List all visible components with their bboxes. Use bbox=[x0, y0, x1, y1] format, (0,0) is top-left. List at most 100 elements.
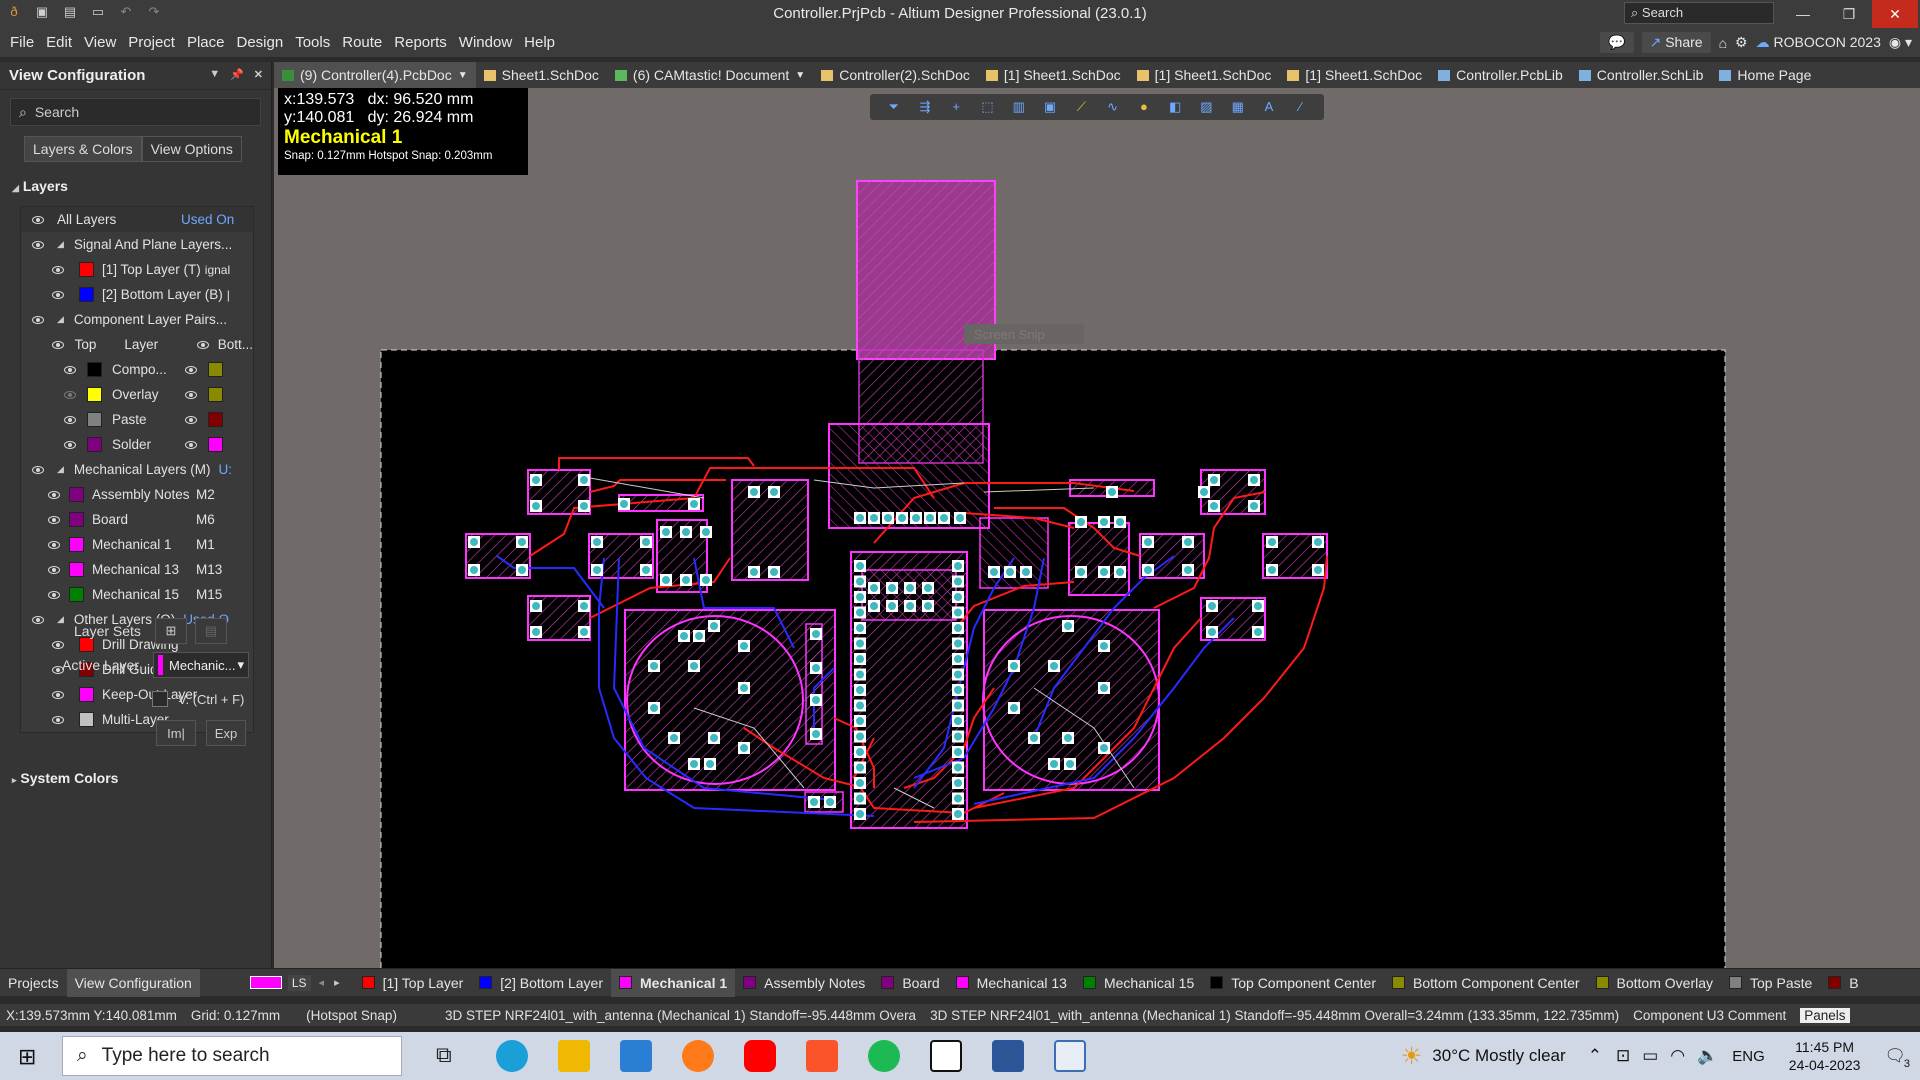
layer-color-swatch[interactable] bbox=[69, 487, 84, 502]
menu-edit[interactable]: Edit bbox=[40, 34, 78, 51]
battery-icon[interactable]: ▭ bbox=[1642, 1046, 1658, 1066]
close-button[interactable]: ✕ bbox=[1872, 0, 1918, 28]
layer-tab[interactable]: Board bbox=[873, 969, 947, 997]
save-all-icon[interactable]: ▤ bbox=[62, 4, 78, 20]
visibility-eye-icon[interactable] bbox=[63, 390, 77, 400]
pin-icon[interactable]: 📌 bbox=[230, 68, 244, 81]
visibility-eye-icon[interactable] bbox=[51, 290, 65, 300]
dimension-icon[interactable]: ▦ bbox=[1231, 100, 1245, 114]
route-icon[interactable]: ⇶ bbox=[918, 100, 932, 114]
doc-tab[interactable]: Controller(2).SchDoc bbox=[813, 62, 978, 88]
filter-icon[interactable]: ⏷ bbox=[887, 100, 901, 114]
brave-icon[interactable] bbox=[806, 1040, 838, 1072]
share-button[interactable]: ↗ Share bbox=[1641, 32, 1711, 53]
mechanical-layer-row[interactable]: Mechanical 1 M1 bbox=[21, 532, 253, 557]
layer-tab[interactable]: [2] Bottom Layer bbox=[471, 969, 611, 997]
scroll-right-icon[interactable]: ▸ bbox=[334, 976, 340, 989]
layers-section-toggle[interactable]: ◢ Layers bbox=[12, 178, 271, 194]
bottom-color-swatch[interactable] bbox=[208, 412, 223, 427]
pcb-canvas[interactable]: Screen Snip x:139.573 dx: 96.520 mm y:14… bbox=[274, 88, 1920, 968]
notifications-icon[interactable]: 🗨 3 bbox=[1884, 1046, 1910, 1070]
layer-set-ls-button[interactable]: LS bbox=[287, 974, 311, 991]
layer-color-swatch[interactable] bbox=[69, 587, 84, 602]
visibility-eye-icon[interactable] bbox=[184, 415, 198, 425]
bottom-color-swatch[interactable] bbox=[208, 387, 223, 402]
file-explorer-icon[interactable] bbox=[558, 1040, 590, 1072]
component-group-row[interactable]: ◢ Component Layer Pairs... bbox=[21, 307, 253, 332]
restore-button[interactable]: ❐ bbox=[1826, 0, 1872, 28]
signal-group-row[interactable]: ◢ Signal And Plane Layers... bbox=[21, 232, 253, 257]
layer-tab[interactable]: Mechanical 1 bbox=[611, 968, 736, 997]
doc-tab[interactable]: [1] Sheet1.SchDoc bbox=[1129, 62, 1280, 88]
layer-color-swatch[interactable] bbox=[69, 512, 84, 527]
network-icon[interactable]: ⊡ bbox=[1616, 1046, 1630, 1066]
windows-start-icon[interactable]: ⊞ bbox=[18, 1044, 36, 1070]
top-color-swatch[interactable] bbox=[87, 387, 102, 402]
layer-tab[interactable]: Top Component Center bbox=[1202, 969, 1384, 997]
visibility-eye-icon[interactable] bbox=[51, 340, 65, 350]
layer-tab[interactable]: Mechanical 13 bbox=[948, 969, 1075, 997]
medium-icon[interactable] bbox=[930, 1040, 962, 1072]
layer-color-swatch[interactable] bbox=[69, 537, 84, 552]
menu-reports[interactable]: Reports bbox=[388, 34, 453, 51]
youtube-icon[interactable] bbox=[744, 1040, 776, 1072]
doc-tab[interactable]: Home Page bbox=[1711, 62, 1819, 88]
visibility-eye-icon[interactable] bbox=[47, 590, 61, 600]
panel-tab-view-configuration[interactable]: View Configuration bbox=[66, 968, 200, 997]
component-pair-row[interactable]: Compo... bbox=[21, 357, 253, 382]
visibility-eye-icon[interactable] bbox=[63, 415, 77, 425]
v-toggle-checkbox[interactable] bbox=[152, 691, 168, 707]
layer-color-swatch[interactable] bbox=[79, 287, 94, 302]
firefox-icon[interactable] bbox=[682, 1040, 714, 1072]
layer-tab[interactable]: Assembly Notes bbox=[735, 969, 873, 997]
doc-tab[interactable]: (6) CAMtastic! Document ▼ bbox=[607, 62, 813, 88]
layer-color-swatch[interactable] bbox=[79, 262, 94, 277]
layer-tab[interactable]: B bbox=[1820, 969, 1866, 997]
cross-icon[interactable]: + bbox=[949, 100, 963, 114]
chat-button[interactable]: 💬 bbox=[1600, 32, 1634, 53]
mechanical-layer-row[interactable]: Assembly Notes M2 bbox=[21, 482, 253, 507]
menu-route[interactable]: Route bbox=[336, 34, 388, 51]
text-icon[interactable]: A bbox=[1262, 100, 1276, 114]
signal-layer-row[interactable]: [1] Top Layer (T) ignal bbox=[21, 257, 253, 282]
mechanical-layer-row[interactable]: Mechanical 13 M13 bbox=[21, 557, 253, 582]
doc-tab[interactable]: Controller.PcbLib bbox=[1430, 62, 1571, 88]
menu-place[interactable]: Place bbox=[181, 34, 231, 51]
export-button[interactable]: Exp bbox=[206, 720, 246, 746]
altium-taskbar-icon[interactable] bbox=[1054, 1040, 1086, 1072]
save-icon[interactable]: ▣ bbox=[34, 4, 50, 20]
signal-layer-row[interactable]: [2] Bottom Layer (B) | bbox=[21, 282, 253, 307]
word-icon[interactable] bbox=[992, 1040, 1024, 1072]
menu-window[interactable]: Window bbox=[453, 34, 518, 51]
visibility-eye-icon[interactable] bbox=[184, 365, 198, 375]
interactive-route-icon[interactable]: ⟋ bbox=[1074, 100, 1088, 114]
menu-view[interactable]: View bbox=[78, 34, 122, 51]
pad-icon[interactable]: ● bbox=[1137, 100, 1151, 114]
open-icon[interactable]: ▭ bbox=[90, 4, 106, 20]
visibility-eye-icon[interactable] bbox=[31, 240, 45, 250]
mechanical-layer-row[interactable]: Board M6 bbox=[21, 507, 253, 532]
pcb-drawing[interactable]: Screen Snip bbox=[274, 88, 1920, 968]
wifi-icon[interactable]: ◠ bbox=[1670, 1046, 1685, 1066]
taskbar-search-input[interactable]: ⌕ Type here to search bbox=[62, 1036, 402, 1076]
component-icon[interactable]: ▣ bbox=[1043, 100, 1057, 114]
tab-layers-colors[interactable]: Layers & Colors bbox=[24, 136, 142, 162]
panel-search-input[interactable]: ⌕ Search bbox=[10, 98, 261, 126]
top-color-swatch[interactable] bbox=[87, 437, 102, 452]
all-layers-row[interactable]: All Layers Used On bbox=[21, 207, 253, 232]
chevron-down-icon[interactable]: ▼ bbox=[458, 70, 468, 81]
chevron-up-icon[interactable]: ⌃ bbox=[1588, 1046, 1602, 1066]
visibility-eye-icon[interactable] bbox=[63, 365, 77, 375]
line-icon[interactable]: ⁄ bbox=[1293, 100, 1307, 114]
visibility-eye-icon[interactable] bbox=[47, 565, 61, 575]
visibility-eye-icon[interactable] bbox=[184, 440, 198, 450]
doc-tab[interactable]: (9) Controller(4).PcbDoc ▼ bbox=[274, 62, 476, 88]
active-layer-dropdown[interactable]: Mechanic... ▾ bbox=[153, 652, 250, 678]
add-layer-set-icon[interactable]: ⊞ bbox=[154, 618, 187, 644]
doc-tab[interactable]: [1] Sheet1.SchDoc bbox=[1279, 62, 1430, 88]
system-colors-toggle[interactable]: ▸ System Colors bbox=[12, 770, 272, 786]
visibility-eye-icon[interactable] bbox=[47, 490, 61, 500]
weather-text[interactable]: 30°C Mostly clear bbox=[1432, 1046, 1565, 1066]
layer-tab[interactable]: Bottom Overlay bbox=[1588, 969, 1721, 997]
visibility-eye-icon[interactable] bbox=[47, 540, 61, 550]
